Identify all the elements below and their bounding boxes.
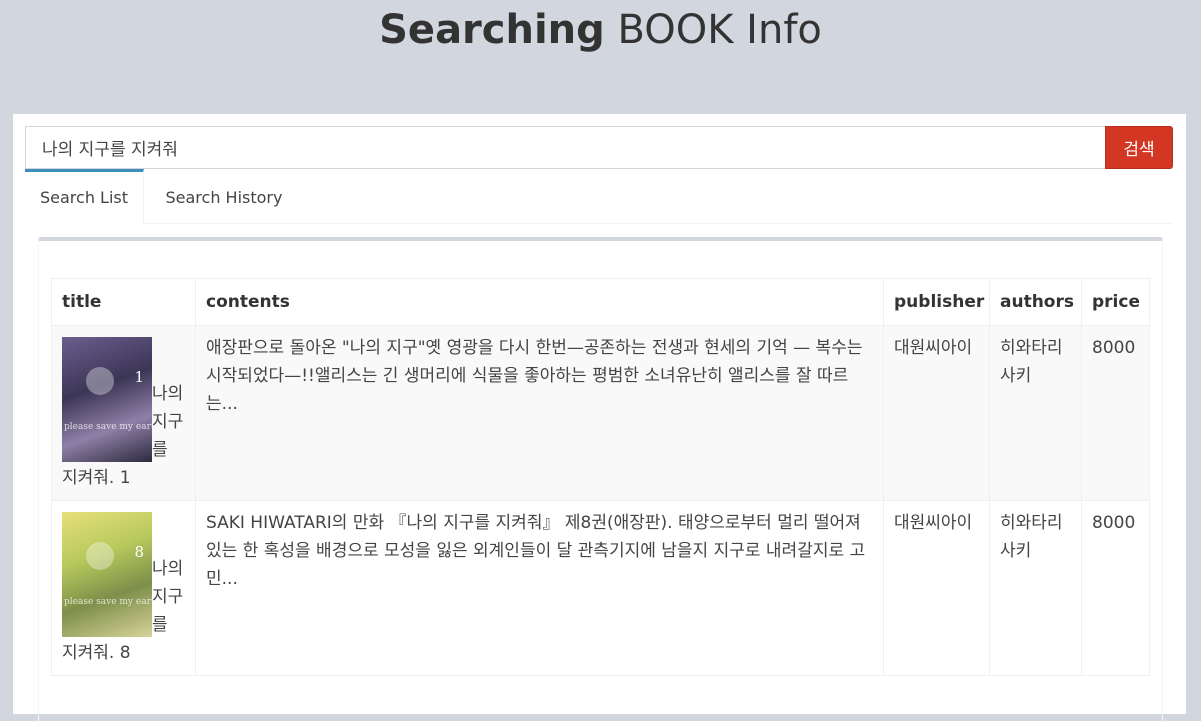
tab-bar: Search List Search History (25, 169, 1173, 226)
publisher-cell: 대원씨아이 (883, 500, 990, 676)
page-title: Searching BOOK Info (0, 6, 1201, 54)
column-header-authors: authors (989, 278, 1082, 326)
main-panel: 검색 Search List Search History title cont… (13, 114, 1186, 721)
search-button[interactable]: 검색 (1105, 126, 1173, 169)
price-cell: 8000 (1081, 500, 1150, 676)
tab-search-list[interactable]: Search List (25, 169, 144, 226)
publisher-cell: 대원씨아이 (883, 325, 990, 501)
authors-cell: 히와타리 사키 (989, 325, 1082, 501)
column-header-title: title (51, 278, 196, 326)
authors-cell: 히와타리 사키 (989, 500, 1082, 676)
cover-volume-mark: 8 (134, 543, 144, 561)
cover-title-mark: please save my earth (64, 422, 152, 432)
contents-cell: SAKI HIWATARI의 만화 『나의 지구를 지켜줘』 제8권(애장판).… (195, 500, 884, 676)
contents-cell: 애장판으로 돌아온 "나의 지구"옛 영광을 다시 한번—공존하는 전생과 현세… (195, 325, 884, 501)
price-cell: 8000 (1081, 325, 1150, 501)
tab-search-history[interactable]: Search History (155, 169, 293, 223)
cover-title-mark: please save my earth (64, 597, 152, 607)
column-header-contents: contents (195, 278, 884, 326)
table-row[interactable]: 1 please save my earth 나의 지구를 지켜줘. 1 애장판… (51, 325, 1150, 501)
page-title-rest: BOOK Info (604, 7, 822, 53)
book-cover-image[interactable]: 8 please save my earth (62, 512, 152, 637)
book-cover-image[interactable]: 1 please save my earth (62, 337, 152, 462)
title-cell: 1 please save my earth 나의 지구를 지켜줘. 1 (51, 325, 196, 501)
column-header-price: price (1081, 278, 1150, 326)
search-bar: 검색 (25, 126, 1173, 169)
tab-content: title contents publisher authors price 1… (38, 237, 1163, 721)
cover-art-shape (86, 367, 114, 395)
cover-volume-mark: 1 (134, 368, 144, 386)
cover-art-shape (86, 542, 114, 570)
results-table: title contents publisher authors price 1… (51, 278, 1150, 676)
table-row[interactable]: 8 please save my earth 나의 지구를 지켜줘. 8 SAK… (51, 500, 1150, 676)
column-header-publisher: publisher (883, 278, 990, 326)
title-cell: 8 please save my earth 나의 지구를 지켜줘. 8 (51, 500, 196, 676)
page-title-bold: Searching (379, 7, 605, 53)
search-input[interactable] (25, 126, 1105, 169)
table-header-row: title contents publisher authors price (51, 278, 1150, 326)
